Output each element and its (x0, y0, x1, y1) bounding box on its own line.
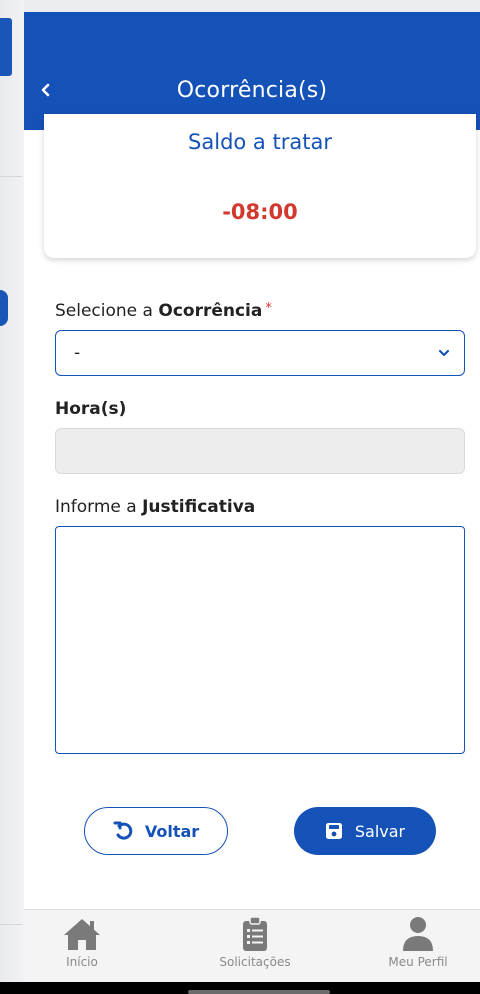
back-button-label: Voltar (144, 821, 200, 841)
save-disk-icon (325, 823, 342, 839)
nav-item-inicio[interactable]: Início (27, 916, 137, 969)
justification-label: Informe a Justificativa (55, 497, 255, 517)
modal-header: Ocorrência(s) (24, 12, 480, 130)
justification-textarea[interactable] (55, 526, 465, 754)
background-header-edge (0, 18, 12, 76)
clipboard-list-icon (243, 916, 267, 951)
page-title: Ocorrência(s) (176, 78, 328, 103)
balance-card: Saldo a tratar -08:00 (44, 114, 476, 258)
background-page (0, 0, 24, 994)
justification-label-bold: Justificativa (142, 497, 256, 517)
required-marker: * (265, 301, 272, 316)
justification-label-prefix: Informe a (55, 497, 143, 517)
chevron-down-icon (438, 349, 450, 357)
hours-input[interactable] (55, 428, 465, 474)
bottom-navigation: Início Solicitações Meu Perfil (24, 909, 480, 983)
background-divider (0, 176, 22, 177)
occurrence-label: Selecione a Ocorrência * (55, 301, 272, 321)
save-button[interactable]: Salvar (294, 807, 436, 855)
background-divider (0, 924, 22, 925)
occurrence-select[interactable]: - (55, 330, 465, 376)
balance-label: Saldo a tratar (188, 130, 332, 154)
save-button-label: Salvar (354, 821, 406, 841)
nav-item-meu-perfil[interactable]: Meu Perfil (363, 916, 473, 969)
occurrence-modal: Ocorrência(s) Saldo a tratar -08:00 Sele… (24, 12, 480, 994)
nav-label-solicitacoes: Solicitações (219, 955, 291, 969)
undo-icon (113, 821, 133, 840)
nav-label-meu-perfil: Meu Perfil (388, 955, 448, 969)
user-icon (403, 917, 433, 951)
home-icon (64, 919, 100, 950)
screen: Ocorrência(s) Saldo a tratar -08:00 Sele… (0, 0, 480, 994)
nav-label-inicio: Início (66, 955, 98, 969)
home-indicator-bar[interactable] (188, 990, 330, 994)
occurrence-label-bold: Ocorrência (158, 301, 263, 321)
balance-value: -08:00 (222, 200, 298, 224)
hours-label: Hora(s) (55, 399, 127, 419)
occurrence-label-prefix: Selecione a (55, 301, 159, 321)
occurrence-select-value: - (74, 343, 81, 363)
nav-item-solicitacoes[interactable]: Solicitações (200, 916, 310, 969)
background-button-edge (0, 290, 8, 326)
back-button[interactable]: Voltar (84, 807, 228, 855)
